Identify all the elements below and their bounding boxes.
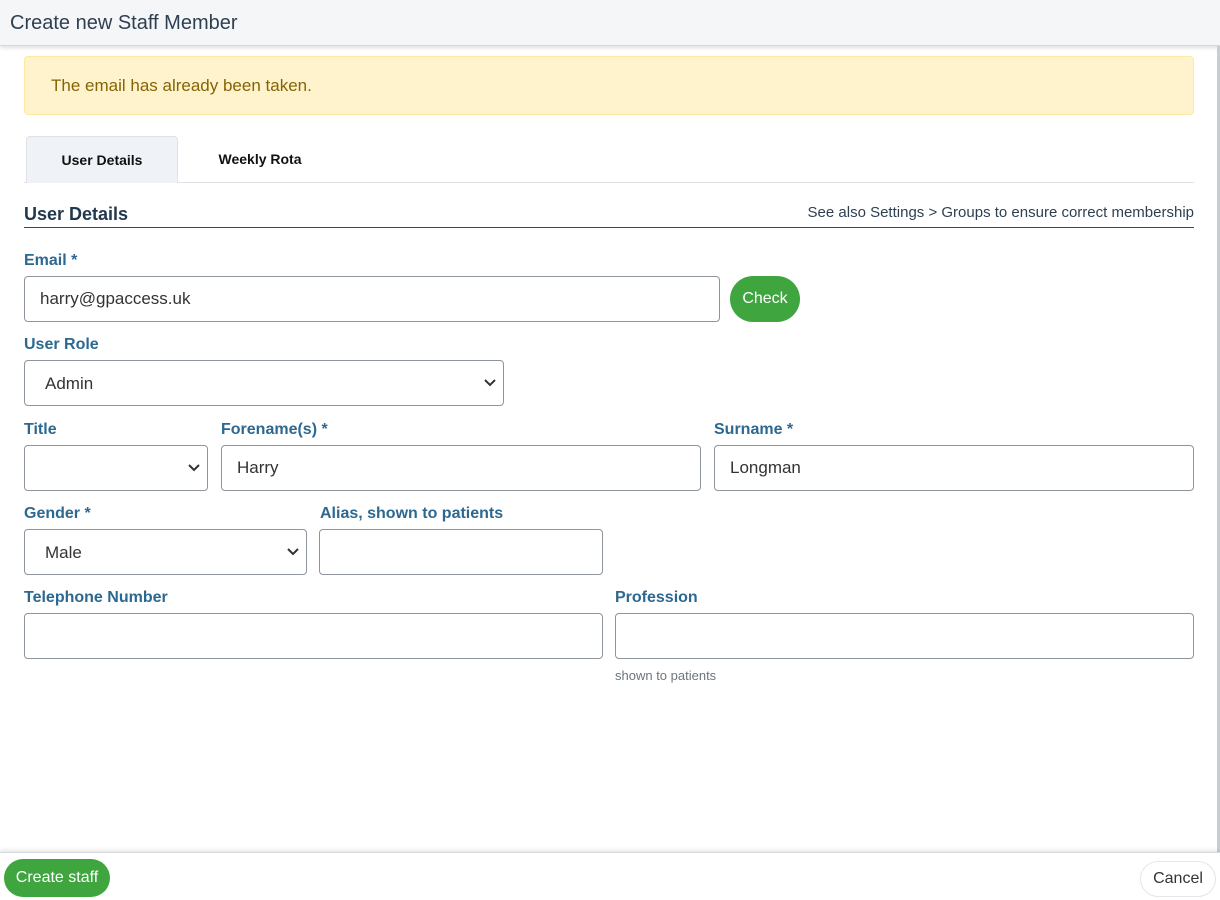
forename-label: Forename(s) * [221, 421, 328, 438]
title-label: Title [24, 421, 57, 438]
chevron-down-icon [484, 379, 496, 387]
alert-message: The email has already been taken. [51, 76, 312, 95]
user-role-select[interactable]: Admin [24, 360, 504, 406]
telephone-input[interactable] [24, 613, 603, 659]
email-label: Email * [24, 252, 78, 269]
tab-user-details[interactable]: User Details [26, 136, 178, 183]
forename-input[interactable] [221, 445, 701, 491]
section-divider [24, 227, 1194, 228]
user-role-value: Admin [45, 374, 94, 393]
tab-label: Weekly Rota [218, 151, 302, 167]
gender-value: Male [45, 543, 82, 562]
create-button-label: Create staff [15, 869, 99, 886]
modal-header: Create new Staff Member [0, 0, 1220, 46]
title-select[interactable] [24, 445, 208, 491]
user-role-label: User Role [24, 336, 99, 353]
section-note: See also Settings > Groups to ensure cor… [807, 204, 1194, 221]
alias-input[interactable] [319, 529, 603, 575]
section-title: User Details [24, 204, 129, 224]
tab-label: User Details [61, 152, 143, 168]
chevron-down-icon [287, 548, 299, 556]
check-button-label: Check [742, 290, 788, 307]
tab-weekly-rota[interactable]: Weekly Rota [184, 136, 336, 183]
modal-footer: Create staff Cancel [0, 852, 1220, 900]
create-staff-button[interactable]: Create staff [4, 859, 110, 897]
error-alert: The email has already been taken. [24, 56, 1194, 115]
surname-label: Surname * [714, 421, 794, 438]
profession-label: Profession [615, 589, 698, 606]
telephone-label: Telephone Number [24, 589, 168, 606]
profession-input[interactable] [615, 613, 1194, 659]
check-email-button[interactable]: Check [730, 276, 800, 322]
gender-label: Gender * [24, 505, 91, 522]
email-input[interactable] [24, 276, 720, 322]
chevron-down-icon [188, 464, 200, 472]
cancel-button[interactable]: Cancel [1140, 861, 1216, 897]
cancel-button-label: Cancel [1153, 870, 1203, 887]
tab-bar: User Details Weekly Rota [24, 136, 1194, 183]
profession-hint: shown to patients [615, 668, 717, 683]
alias-label: Alias, shown to patients [320, 505, 504, 522]
page-title: Create new Staff Member [10, 12, 238, 34]
gender-select[interactable]: Male [24, 529, 307, 575]
surname-input[interactable] [714, 445, 1194, 491]
